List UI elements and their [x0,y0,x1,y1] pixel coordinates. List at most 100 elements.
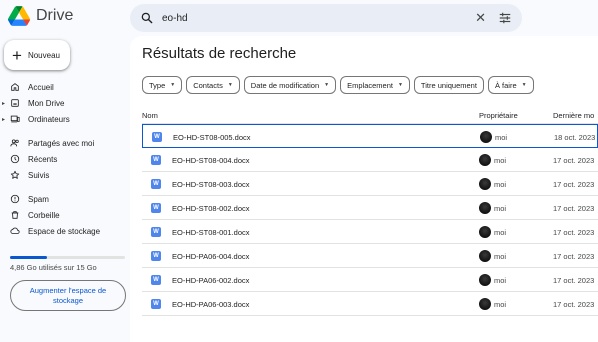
people-icon [10,138,20,148]
search-icon[interactable] [140,11,154,25]
table-row[interactable]: W EO-HD-PA06-003.docx moi 17 oct. 2023 [142,292,598,316]
new-button-label: Nouveau [27,50,60,60]
file-name: EO-HD-ST08-004.docx [172,156,250,165]
table-row[interactable]: W EO-HD-ST08-003.docx moi 17 oct. 2023 [142,172,598,196]
table-row[interactable]: W EO-HD-ST08-001.docx moi 17 oct. 2023 [142,220,598,244]
sidebar-item-partages[interactable]: Partagés avec moi [0,135,130,151]
table-row[interactable]: W EO-HD-ST08-004.docx moi 17 oct. 2023 [142,148,598,172]
owner: moi [494,228,507,237]
chip-label: À faire [494,80,517,90]
dropdown-arrow-icon: ▼ [397,82,403,88]
drive-icon [10,98,20,108]
avatar [479,154,491,166]
filter-type[interactable]: Type ▼ [142,76,183,94]
column-header-owner[interactable]: Propriétaire [479,111,518,120]
search-input[interactable] [162,12,476,24]
modified-date: 17 oct. 2023 [553,204,595,213]
file-name: EO-HD-PA06-002.docx [172,276,250,285]
docx-file-icon: W [151,203,161,213]
clock-icon [10,154,20,164]
table-header: Nom Propriétaire Dernière mo [142,108,598,124]
sidebar-item-label: Corbeille [28,210,60,220]
star-icon [10,170,20,180]
home-icon [10,82,20,92]
drive-logo[interactable]: Drive [8,6,73,26]
chip-label: Contacts [193,80,223,90]
filter-todo[interactable]: À faire ▼ [487,76,534,94]
caret-right-icon[interactable]: ▸ [2,100,5,107]
tune-icon[interactable] [498,11,512,25]
avatar [479,178,491,190]
filter-chips: Type ▼ Contacts ▼ Date de modification ▼ Em… [142,76,534,94]
sidebar-item-stockage[interactable]: Espace de stockage [0,223,130,239]
docx-file-icon: W [151,251,161,261]
sidebar-item-recents[interactable]: Récents [0,151,130,167]
avatar [479,226,491,238]
filter-date-modified[interactable]: Date de modification ▼ [243,76,337,94]
avatar [479,202,491,214]
chip-label: Type [149,80,166,90]
storage-meter [10,256,125,259]
column-header-modified[interactable]: Dernière mo [553,111,594,120]
column-header-name[interactable]: Nom [142,111,158,120]
upgrade-storage-button[interactable]: Augmenter l'espace de stockage [10,280,126,311]
table-row[interactable]: W EO-HD-ST08-005.docx moi 18 oct. 2023 [142,124,598,148]
sidebar-item-ordinateurs[interactable]: ▸ Ordinateurs [0,111,130,127]
search-bar[interactable]: ✕ [130,4,522,32]
cloud-icon [10,226,20,236]
sidebar-item-label: Suivis [28,170,50,180]
chip-label: Titre uniquement [420,80,477,90]
file-name: EO-HD-ST08-005.docx [173,133,251,142]
docx-file-icon: W [152,132,162,142]
docx-file-icon: W [151,299,161,309]
sidebar-item-accueil[interactable]: Accueil [0,79,130,95]
results-list: W EO-HD-ST08-005.docx moi 18 oct. 2023 W EO-H… [142,124,598,316]
owner: moi [494,300,507,309]
clear-search-icon[interactable]: ✕ [475,10,486,26]
avatar [479,298,491,310]
plus-icon: + [12,45,22,65]
dropdown-arrow-icon: ▼ [521,82,527,88]
sidebar-item-label: Espace de stockage [28,226,101,236]
drive-logo-icon [8,6,30,26]
sidebar-item-spam[interactable]: Spam [0,191,130,207]
modified-date: 17 oct. 2023 [553,300,595,309]
filter-location[interactable]: Emplacement ▼ [340,76,410,94]
new-button[interactable]: + Nouveau [4,40,70,70]
table-row[interactable]: W EO-HD-ST08-002.docx moi 17 oct. 2023 [142,196,598,220]
owner: moi [494,252,507,261]
sidebar-item-corbeille[interactable]: Corbeille [0,207,130,223]
chip-label: Date de modification [250,80,320,90]
docx-file-icon: W [151,155,161,165]
modified-date: 17 oct. 2023 [553,276,595,285]
modified-date: 17 oct. 2023 [553,252,595,261]
owner: moi [495,133,508,142]
chip-label: Emplacement [347,80,393,90]
computer-icon [10,114,20,124]
modified-date: 17 oct. 2023 [553,156,595,165]
filter-contacts[interactable]: Contacts ▼ [186,76,240,94]
storage-usage-text: 4,86 Go utilisés sur 15 Go [10,263,97,272]
dropdown-arrow-icon: ▼ [227,82,233,88]
avatar [479,274,491,286]
docx-file-icon: W [151,227,161,237]
modified-date: 18 oct. 2023 [554,133,596,142]
sidebar-item-mon-drive[interactable]: ▸ Mon Drive [0,95,130,111]
filter-title-only[interactable]: Titre uniquement [413,76,484,94]
modified-date: 17 oct. 2023 [553,228,595,237]
dropdown-arrow-icon: ▼ [324,82,330,88]
owner: moi [494,276,507,285]
file-name: EO-HD-ST08-001.docx [172,228,250,237]
docx-file-icon: W [151,275,161,285]
table-row[interactable]: W EO-HD-PA06-002.docx moi 17 oct. 2023 [142,268,598,292]
sidebar-item-suivis[interactable]: Suivis [0,167,130,183]
caret-right-icon[interactable]: ▸ [2,116,5,123]
docx-file-icon: W [151,179,161,189]
file-name: EO-HD-PA06-003.docx [172,300,250,309]
sidebar-item-label: Mon Drive [28,98,65,108]
sidebar-item-label: Ordinateurs [28,114,70,124]
owner: moi [494,204,507,213]
table-row[interactable]: W EO-HD-PA06-004.docx moi 17 oct. 2023 [142,244,598,268]
